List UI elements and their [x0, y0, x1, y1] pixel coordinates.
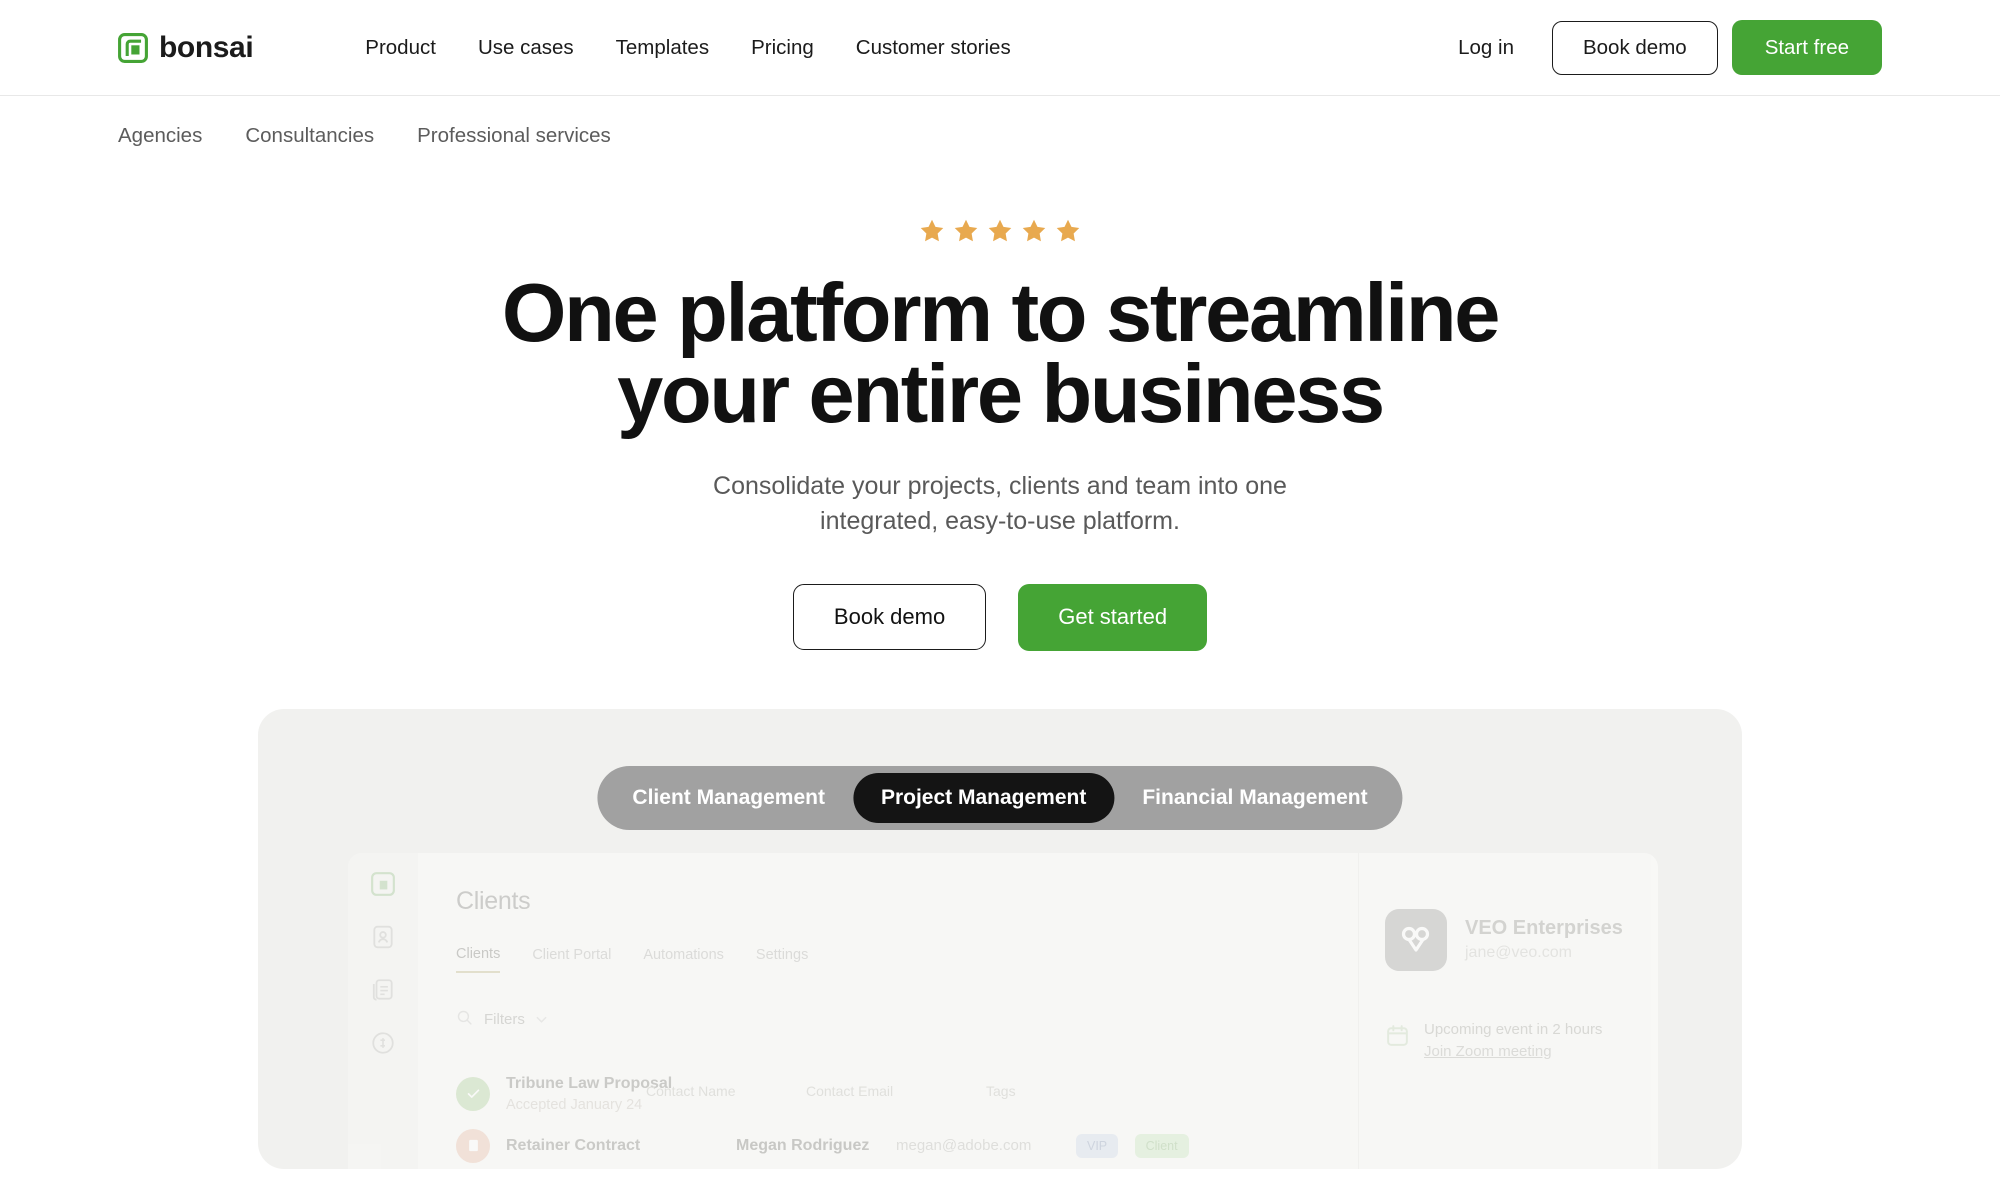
- mock-table-header-row: Contact Name Contact Email Tags: [646, 1083, 1346, 1099]
- mock-app-sidebar: [348, 852, 418, 1169]
- hero-subtitle: Consolidate your projects, clients and t…: [650, 469, 1350, 540]
- brand-name: bonsai: [159, 30, 254, 64]
- get-started-button[interactable]: Get started: [1018, 583, 1208, 651]
- nav-item-use-cases[interactable]: Use cases: [478, 36, 574, 60]
- cell-contact-email: megan@adobe.com: [896, 1137, 1032, 1155]
- mock-app-main: Clients Clients Client Portal Automation…: [418, 852, 1658, 1169]
- star-icon: [1021, 218, 1047, 244]
- column-header-tags: Tags: [986, 1082, 1016, 1099]
- tab-client-management[interactable]: Client Management: [604, 773, 853, 823]
- client-text-group: VEO Enterprises jane@veo.com: [1465, 917, 1623, 962]
- rating-stars: [0, 218, 2000, 244]
- column-header-contact-name: Contact Name: [646, 1082, 736, 1099]
- bonsai-square-spiral-logo-icon: [118, 32, 148, 63]
- search-icon: [456, 1009, 473, 1031]
- nav-item-customer-stories[interactable]: Customer stories: [856, 36, 1011, 60]
- client-identity: VEO Enterprises jane@veo.com: [1385, 908, 1658, 971]
- event-title: Upcoming event in 2 hours: [1424, 1020, 1603, 1038]
- nav-item-product[interactable]: Product: [365, 36, 436, 60]
- invoice-icon[interactable]: [370, 1030, 396, 1056]
- contacts-icon[interactable]: [370, 924, 396, 950]
- nav-item-pricing[interactable]: Pricing: [751, 36, 814, 60]
- star-icon: [919, 218, 945, 244]
- primary-nav-links: Product Use cases Templates Pricing Cust…: [365, 36, 1010, 60]
- hero-cta-row: Book demo Get started: [0, 583, 2000, 651]
- subtitle-line-1: Consolidate your projects, clients and t…: [713, 471, 1287, 500]
- book-demo-button-hero[interactable]: Book demo: [792, 584, 987, 651]
- book-demo-button-header[interactable]: Book demo: [1551, 20, 1718, 75]
- subnav-item-agencies[interactable]: Agencies: [118, 124, 202, 148]
- subtitle-line-2: integrated, easy-to-use platform.: [820, 507, 1180, 536]
- headline-line-2: your entire business: [617, 347, 1385, 441]
- mock-tab-clients[interactable]: Clients: [456, 946, 501, 973]
- nav-item-templates[interactable]: Templates: [616, 36, 709, 60]
- subnav-item-consultancies[interactable]: Consultancies: [245, 124, 374, 148]
- app-screenshot-mockup: Clients Clients Client Portal Automation…: [348, 852, 1658, 1169]
- calendar-icon: [1385, 1021, 1410, 1048]
- client-email: jane@veo.com: [1465, 944, 1572, 962]
- cell-contact-name: Megan Rodriguez: [736, 1136, 870, 1154]
- veo-logo-icon: [1385, 908, 1447, 971]
- event-text-group: Upcoming event in 2 hours Join Zoom meet…: [1424, 1021, 1602, 1060]
- top-navigation-bar: bonsai Product Use cases Templates Prici…: [0, 0, 2000, 96]
- product-showcase-panel: Client Management Project Management Fin…: [258, 708, 1742, 1169]
- row-label-group: Retainer Contract: [506, 1137, 736, 1155]
- row-title: Retainer Contract: [506, 1136, 641, 1154]
- hero-section: One platform to streamline your entire b…: [0, 176, 2000, 651]
- mock-client-detail-panel: VEO Enterprises jane@veo.com Upcoming ev…: [1358, 852, 1658, 1169]
- brand-logo[interactable]: bonsai: [118, 30, 254, 65]
- nav-actions: Log in Book demo Start free: [1458, 20, 1882, 75]
- star-icon: [1055, 218, 1081, 244]
- showcase-tab-switcher: Client Management Project Management Fin…: [597, 765, 1403, 830]
- page-title: One platform to streamline your entire b…: [410, 271, 1590, 435]
- upcoming-event: Upcoming event in 2 hours Join Zoom meet…: [1385, 1021, 1658, 1060]
- check-icon: [456, 1076, 490, 1111]
- status-badge-vip: VIP: [1076, 1133, 1119, 1158]
- column-header-contact-email: Contact Email: [806, 1082, 894, 1099]
- chevron-down-icon: [536, 1016, 547, 1023]
- document-icon: [456, 1128, 490, 1163]
- headline-line-1: One platform to streamline: [501, 266, 1501, 359]
- secondary-navigation-bar: Agencies Consultancies Professional serv…: [0, 96, 2000, 176]
- mock-tab-client-portal[interactable]: Client Portal: [532, 947, 611, 972]
- star-icon: [953, 218, 979, 244]
- mock-tab-settings[interactable]: Settings: [756, 947, 808, 972]
- bonsai-logo-icon: [370, 871, 396, 897]
- join-zoom-meeting-link[interactable]: Join Zoom meeting: [1424, 1043, 1602, 1060]
- tab-project-management[interactable]: Project Management: [852, 772, 1115, 823]
- documents-icon[interactable]: [370, 977, 396, 1003]
- start-free-button[interactable]: Start free: [1731, 20, 1882, 75]
- tab-financial-management[interactable]: Financial Management: [1114, 773, 1395, 823]
- mock-filters-label: Filters: [484, 1011, 525, 1029]
- mock-tab-automations[interactable]: Automations: [643, 947, 724, 972]
- row-subtitle: Accepted January 24: [506, 1096, 643, 1113]
- login-link[interactable]: Log in: [1458, 36, 1514, 60]
- cell-tags: VIP Client: [1076, 1133, 1201, 1158]
- status-badge-client: Client: [1134, 1133, 1189, 1158]
- client-name: VEO Enterprises: [1465, 917, 1623, 940]
- subnav-item-professional-services[interactable]: Professional services: [417, 124, 611, 148]
- star-icon: [987, 218, 1013, 244]
